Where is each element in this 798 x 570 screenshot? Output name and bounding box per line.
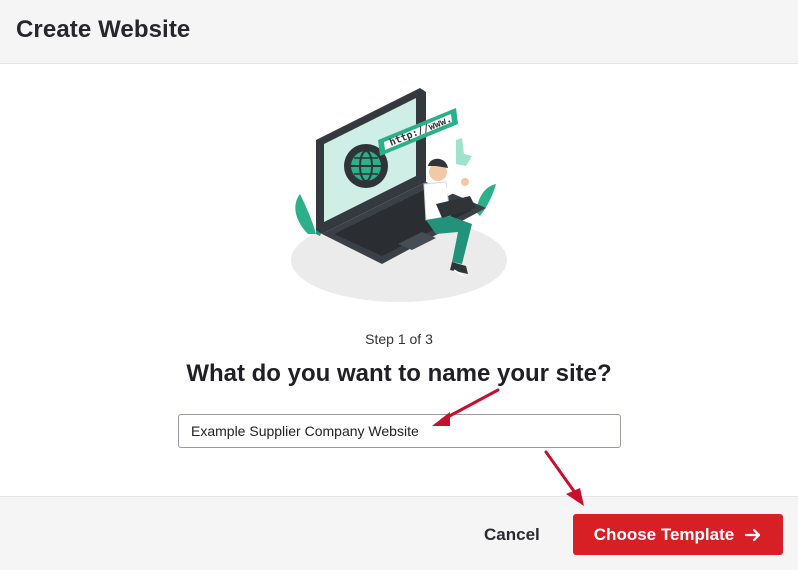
- cancel-button[interactable]: Cancel: [470, 517, 554, 553]
- dialog-header: Create Website: [0, 0, 798, 64]
- site-name-question: What do you want to name your site?: [186, 360, 612, 387]
- create-website-dialog: Create Website http://www. Step 1 of 3 W…: [0, 0, 798, 570]
- choose-template-button[interactable]: Choose Template: [573, 514, 783, 555]
- dialog-footer: Cancel Choose Template: [0, 496, 798, 570]
- step-indicator: Step 1 of 3: [365, 331, 433, 347]
- site-name-input[interactable]: [178, 414, 621, 448]
- arrow-right-icon: [744, 526, 762, 544]
- website-illustration: http://www.: [291, 88, 507, 302]
- dialog-title: Create Website: [16, 16, 191, 43]
- choose-template-label: Choose Template: [593, 524, 735, 544]
